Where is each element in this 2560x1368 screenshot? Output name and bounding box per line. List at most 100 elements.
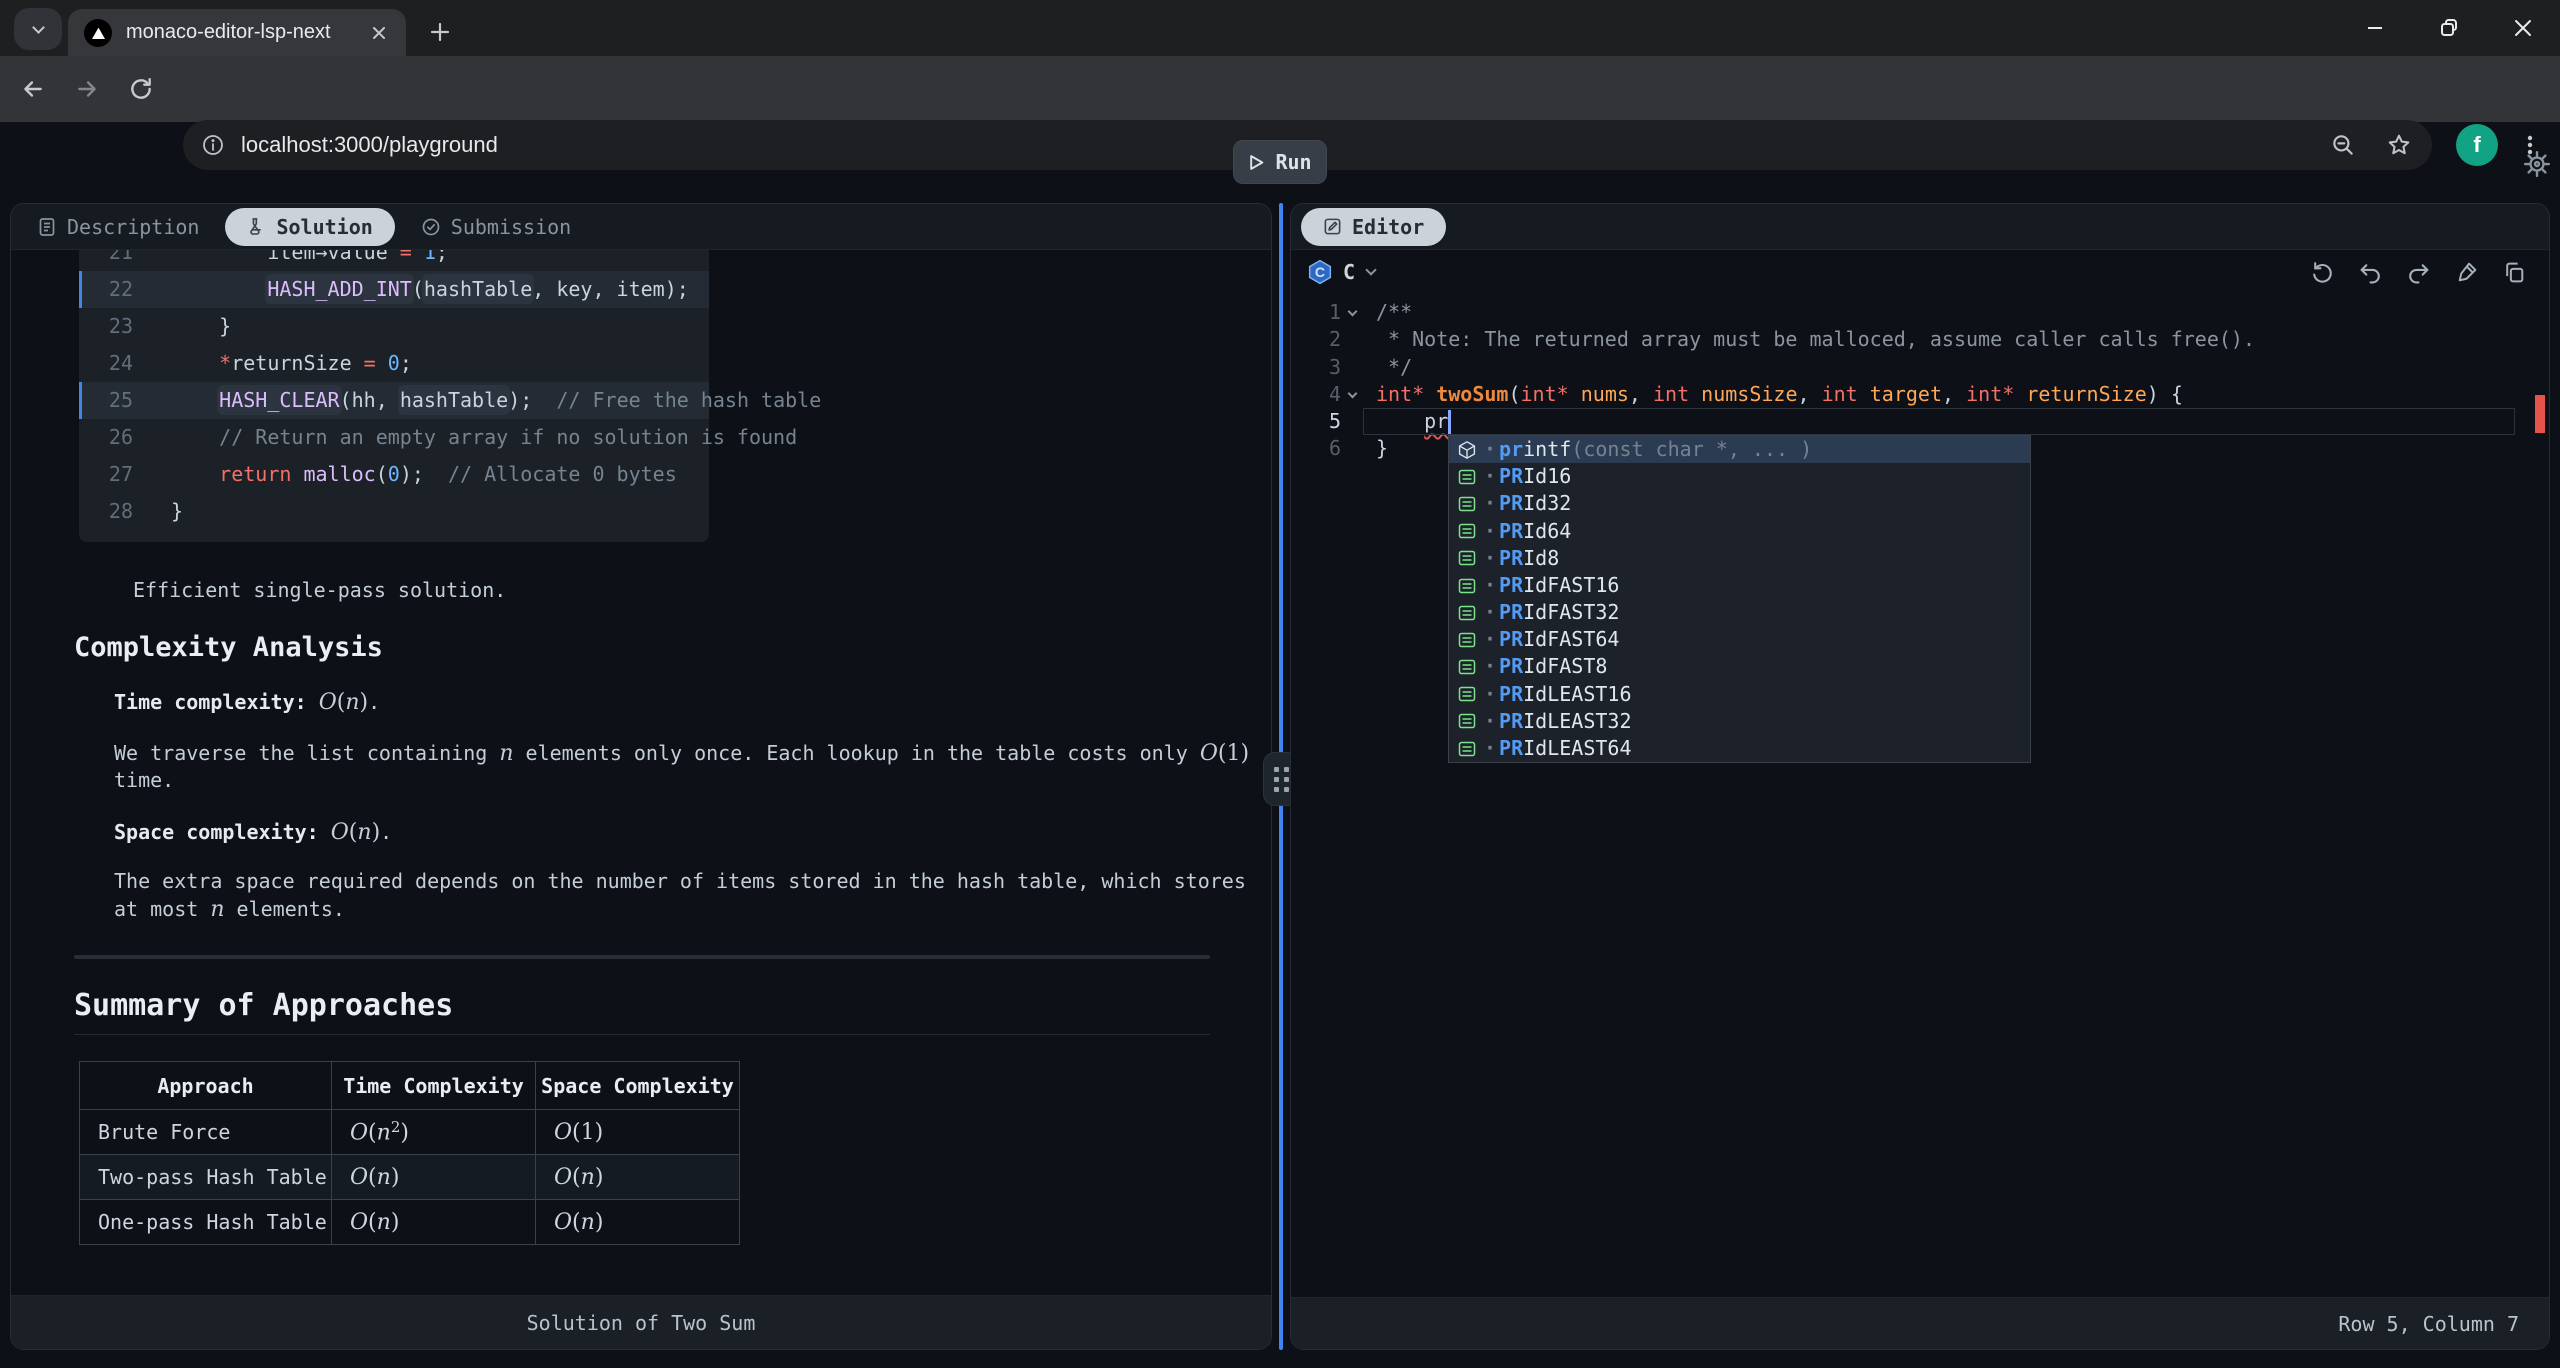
chevron-down-icon (1365, 264, 1376, 275)
editor-line[interactable]: 1/** (1291, 299, 2549, 326)
space-paragraph: The extra space required depends on the … (114, 866, 1246, 896)
editor-line[interactable]: 2 * Note: The returned array must be mal… (1291, 326, 2549, 353)
function-cube-icon (1457, 440, 1477, 460)
triangle-logo-icon (84, 19, 112, 47)
language-selector[interactable]: C C (1307, 259, 1375, 285)
restore-button[interactable] (2412, 0, 2486, 56)
code-block[interactable]: 21 item→value = 1;22 HASH_ADD_INT(hashTa… (79, 250, 709, 542)
time-paragraph: We traverse the list containing n elemen… (114, 738, 1249, 769)
tab-submission-label: Submission (451, 215, 571, 239)
time-complexity-line: Time complexity: O(n). (114, 687, 380, 718)
suggestion-item[interactable]: ·PRIdLEAST16 (1449, 681, 2030, 708)
editor-toolbar: C C (1291, 250, 2549, 294)
edit-icon (1323, 217, 1342, 236)
constant-icon (1457, 684, 1477, 704)
copy-icon[interactable] (2502, 260, 2527, 285)
suggestion-item[interactable]: ·PRIdFAST8 (1449, 654, 2030, 681)
tab-title: monaco-editor-lsp-next (126, 21, 368, 44)
language-label: C (1343, 260, 1355, 284)
suggestion-item[interactable]: ·printf(const char *, ... ) (1449, 436, 2030, 463)
settings-gear-icon[interactable] (2522, 148, 2554, 180)
play-icon (1248, 154, 1265, 171)
fold-chevron-icon (1347, 306, 1357, 316)
tab-editor[interactable]: Editor (1301, 208, 1446, 246)
reload-icon (128, 76, 154, 102)
tab-solution[interactable]: Solution (225, 208, 394, 246)
constant-icon (1457, 603, 1477, 623)
suggestion-item[interactable]: ·PRId32 (1449, 490, 2030, 517)
close-window-button[interactable] (2486, 0, 2560, 56)
summary-heading: Summary of Approaches (74, 991, 453, 1021)
tab-search-button[interactable] (14, 8, 62, 50)
code-line: 26 // Return an empty array if no soluti… (79, 419, 709, 456)
undo-icon[interactable] (2358, 260, 2383, 285)
space-complexity-line: Space complexity: O(n). (114, 817, 392, 848)
summary-table: Approach Time Complexity Space Complexit… (79, 1061, 740, 1245)
constant-icon (1457, 521, 1477, 541)
suggestion-item[interactable]: ·PRId64 (1449, 518, 2030, 545)
site-info-icon (201, 133, 225, 157)
avatar[interactable]: f (2456, 124, 2498, 166)
document-icon (37, 217, 57, 237)
tab-close-icon[interactable] (368, 22, 390, 44)
suggestion-item[interactable]: ·PRIdFAST64 (1449, 626, 2030, 653)
constant-icon (1457, 494, 1477, 514)
forward-arrow-icon (74, 76, 100, 102)
c-language-icon: C (1307, 259, 1333, 285)
svg-text:C: C (1315, 264, 1325, 280)
suggestion-item[interactable]: ·PRIdLEAST64 (1449, 735, 2030, 762)
table-row: Two-pass Hash TableO(n)O(n) (80, 1155, 740, 1200)
error-marker (2535, 395, 2545, 433)
panel-footer: Solution of Two Sum (11, 1295, 1271, 1349)
suggestion-item[interactable]: ·PRIdFAST32 (1449, 599, 2030, 626)
suggestion-item[interactable]: ·PRId16 (1449, 463, 2030, 490)
back-button[interactable] (11, 67, 55, 111)
editor-actions (2310, 260, 2527, 285)
suggestion-item[interactable]: ·PRIdFAST16 (1449, 572, 2030, 599)
heading-underline (74, 1034, 1210, 1035)
code-line: 28} (79, 493, 709, 530)
solution-panel: Description Solution Submission 21 item→… (10, 203, 1272, 1350)
col-space: Space Complexity (536, 1062, 740, 1110)
back-arrow-icon (20, 76, 46, 102)
col-time: Time Complexity (332, 1062, 536, 1110)
editor-tabs: Editor (1291, 204, 2549, 250)
tab-submission[interactable]: Submission (421, 215, 571, 239)
format-brush-icon[interactable] (2454, 260, 2479, 285)
bookmark-star-icon[interactable] (2386, 132, 2412, 158)
redo-icon[interactable] (2406, 260, 2431, 285)
autocomplete-popup: ·printf(const char *, ... )·PRId16·PRId3… (1448, 435, 2031, 763)
editor-line[interactable]: 5 pr (1291, 408, 2549, 435)
new-tab-button[interactable] (420, 12, 460, 52)
time-paragraph-cont: time. (114, 765, 174, 795)
code-line: 22 HASH_ADD_INT(hashTable, key, item); (79, 271, 709, 308)
editor-line[interactable]: 4int* twoSum(int* nums, int numsSize, in… (1291, 381, 2549, 408)
suggestion-item[interactable]: ·PRId8 (1449, 545, 2030, 572)
flask-icon (247, 217, 266, 236)
solution-content: 21 item→value = 1;22 HASH_ADD_INT(hashTa… (11, 250, 1271, 1297)
space-paragraph-cont: at most n elements. (114, 894, 345, 925)
col-approach: Approach (80, 1062, 332, 1110)
suggestion-item[interactable]: ·PRIdLEAST32 (1449, 708, 2030, 735)
tab-editor-label: Editor (1352, 215, 1424, 239)
section-divider (74, 955, 1210, 959)
reload-button[interactable] (119, 67, 163, 111)
editor-status: Row 5, Column 7 (1291, 1297, 2549, 1349)
constant-icon (1457, 576, 1477, 596)
browser-toolbar: localhost:3000/playground f (0, 56, 2560, 122)
run-button[interactable]: Run (1233, 140, 1327, 184)
minimize-button[interactable] (2338, 0, 2412, 56)
check-circle-icon (421, 217, 441, 237)
forward-button[interactable] (65, 67, 109, 111)
browser-tabstrip: monaco-editor-lsp-next (0, 0, 2560, 56)
editor-line[interactable]: 3 */ (1291, 354, 2549, 381)
tab-description[interactable]: Description (37, 215, 199, 239)
tab-description-label: Description (67, 215, 199, 239)
window-controls (2338, 0, 2560, 56)
reset-icon[interactable] (2310, 260, 2335, 285)
fold-chevron-icon (1347, 388, 1357, 398)
code-editor[interactable]: ·printf(const char *, ... )·PRId16·PRId3… (1291, 294, 2549, 1296)
zoom-out-icon[interactable] (2330, 132, 2356, 158)
browser-tab[interactable]: monaco-editor-lsp-next (68, 9, 406, 56)
constant-icon (1457, 711, 1477, 731)
